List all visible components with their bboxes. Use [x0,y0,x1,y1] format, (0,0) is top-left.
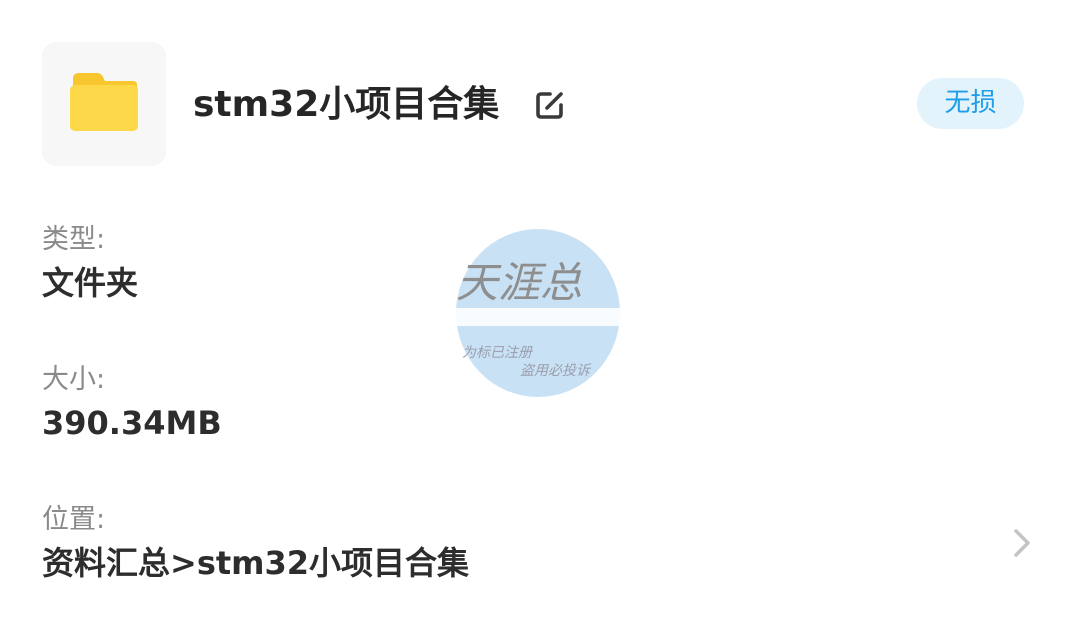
file-name: stm32小项目合集 [193,84,500,125]
type-label: 类型: [42,224,106,255]
edit-icon[interactable] [533,88,567,122]
location-value: 资料汇总>stm32小项目合集 [42,544,470,582]
watermark-stamp: 天涯总 为标已注册 盗用必投诉 [456,229,630,397]
watermark-main-text: 天涯总 [456,258,582,307]
size-label: 大小: [42,364,106,395]
watermark-sub-line1: 为标已注册 [462,345,533,361]
lossless-badge: 无损 [917,78,1024,129]
folder-icon [70,73,138,131]
folder-thumbnail [42,42,166,166]
location-label: 位置: [42,504,106,535]
watermark-sub-line2: 盗用必投诉 [520,363,592,379]
size-value: 390.34MB [42,404,222,442]
chevron-right-icon[interactable] [1011,527,1033,559]
type-value: 文件夹 [42,264,139,302]
file-header: stm32小项目合集 无损 [0,0,1080,200]
